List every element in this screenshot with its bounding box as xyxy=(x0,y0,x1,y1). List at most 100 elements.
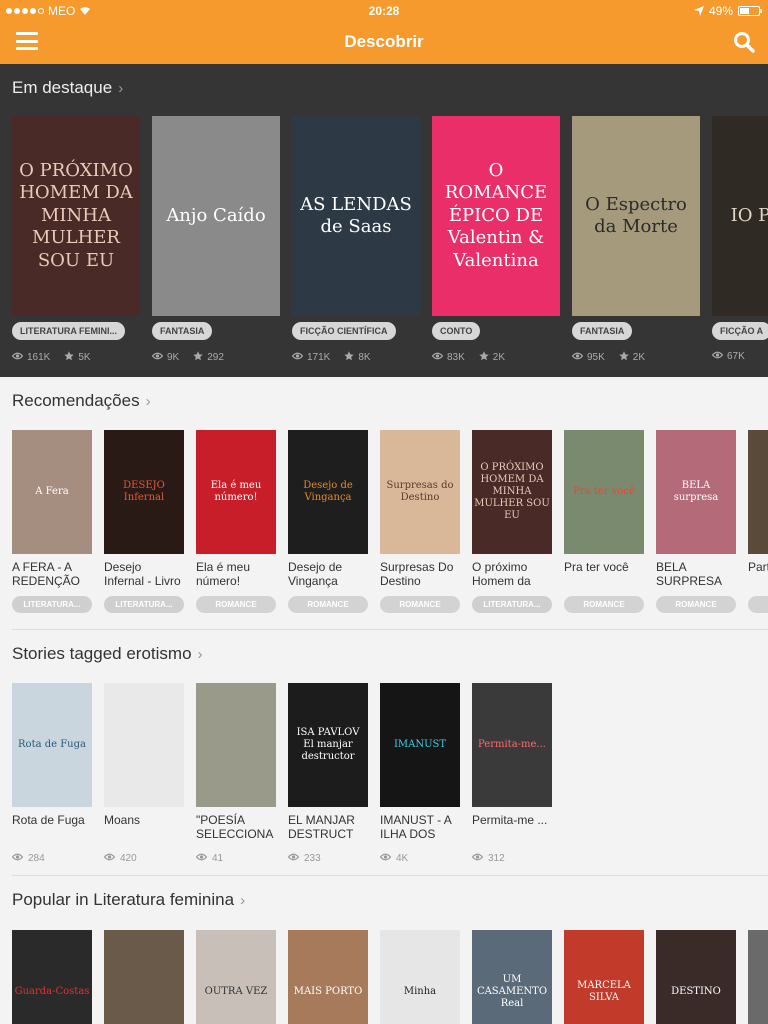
featured-book-card[interactable]: Anjo Caído FANTASIA 9K 292 xyxy=(151,116,280,364)
book-card[interactable]: IMANUST IMANUST - A ILHA DOS 4K xyxy=(379,683,460,864)
category-tag[interactable]: FICÇÃO A xyxy=(712,322,768,340)
featured-book-card[interactable]: IO PERSP FICÇÃO A 67K xyxy=(711,116,768,364)
featured-book-card[interactable]: O PRÓXIMO HOMEM DA MINHA MULHER SOU EU LI… xyxy=(11,116,140,364)
book-cover[interactable]: IO PERSP xyxy=(712,116,768,316)
book-card[interactable]: Ela é meu número! Ela é meu número! ROMANC… xyxy=(196,430,276,618)
cover-title: O PRÓXIMO HOMEM DA MINHA MULHER SOU EU xyxy=(19,159,133,271)
book-title[interactable]: Ela é meu número! xyxy=(196,560,276,588)
book-cover[interactable]: AS LENDAS de Saas xyxy=(292,116,420,316)
book-title[interactable]: Pra ter você xyxy=(564,560,644,588)
book-card[interactable]: MAIS PORTO xyxy=(288,930,368,1024)
book-card[interactable]: Desejo de Vingança Desejo de Vingança ROMA… xyxy=(288,430,368,618)
category-tag[interactable]: FICÇÃO CIENTÍFICA xyxy=(292,322,396,340)
book-card[interactable]: MARCELA SILVA xyxy=(564,930,644,1024)
book-cover[interactable]: Desejo de Vingança xyxy=(288,430,368,554)
book-title[interactable]: Rota de Fuga xyxy=(12,813,92,841)
book-cover[interactable]: Ela é meu número! xyxy=(196,430,276,554)
category-tag[interactable]: LITERATURA... xyxy=(472,596,552,613)
book-cover[interactable]: MAIS PORTO xyxy=(288,930,368,1024)
category-tag[interactable]: LITERATURA... xyxy=(12,596,92,613)
book-card[interactable]: Guarda-Costas xyxy=(12,930,92,1024)
tagged-header[interactable]: Stories tagged erotismo › xyxy=(12,644,203,664)
book-cover[interactable]: Permita-me... xyxy=(472,683,552,807)
book-title[interactable]: EL MANJAR DESTRUCT xyxy=(288,813,368,841)
book-cover[interactable] xyxy=(748,430,768,554)
book-title[interactable]: Desejo de Vingança xyxy=(288,560,368,588)
book-cover[interactable]: Rota de Fuga xyxy=(12,683,92,807)
search-icon[interactable] xyxy=(732,30,756,54)
book-card[interactable]: A Fera A FERA - A REDENÇÃO LITERATURA... xyxy=(12,430,92,618)
book-card[interactable]: OUTRA VEZ xyxy=(196,930,276,1024)
book-cover[interactable] xyxy=(196,683,276,807)
book-title[interactable]: Parte xyxy=(748,560,768,588)
category-tag[interactable]: RO xyxy=(748,596,768,613)
category-tag[interactable]: ROMANCE xyxy=(288,596,368,613)
book-title[interactable]: BELA SURPRESA xyxy=(656,560,736,588)
book-title[interactable]: Surpresas Do Destino xyxy=(380,560,460,588)
book-card[interactable]: O PRÓXIMO HOMEM DA MINHA MULHER SOU EU O … xyxy=(472,430,552,618)
category-tag[interactable]: LITERATURA FEMINI... xyxy=(12,322,125,340)
read-count-value: 233 xyxy=(304,853,321,864)
book-card[interactable]: UM CASAMENTO Real xyxy=(472,930,552,1024)
book-title[interactable]: Desejo Infernal - Livro I xyxy=(104,560,184,588)
book-card[interactable]: Minha xyxy=(380,930,460,1024)
book-cover[interactable]: Minha xyxy=(380,930,460,1024)
book-card[interactable]: Parte RO xyxy=(748,430,768,618)
book-card[interactable]: ISA PAVLOV El manjar destructor EL MANJAR… xyxy=(287,683,368,864)
category-tag[interactable]: ROMANCE xyxy=(196,596,276,613)
book-title[interactable]: A FERA - A REDENÇÃO xyxy=(12,560,92,588)
read-count: 41 xyxy=(195,853,276,864)
book-cover[interactable]: OUTRA VEZ xyxy=(196,930,276,1024)
featured-book-card[interactable]: O ROMANCE ÉPICO DE Valentin & Valentina C… xyxy=(431,116,560,364)
book-card[interactable]: DESEJO Infernal Desejo Infernal - Livro I… xyxy=(104,430,184,618)
category-tag[interactable]: ROMANCE xyxy=(656,596,736,613)
vote-count: 2K xyxy=(619,351,645,364)
book-cover[interactable]: Anjo Caído xyxy=(152,116,280,316)
book-cover[interactable]: Guarda-Costas xyxy=(12,930,92,1024)
book-cover[interactable] xyxy=(748,930,768,1024)
book-cover[interactable]: MARCELA SILVA xyxy=(564,930,644,1024)
book-cover[interactable]: UM CASAMENTO Real xyxy=(472,930,552,1024)
book-title[interactable]: Permita-me ... xyxy=(472,813,552,841)
book-cover[interactable] xyxy=(104,683,184,807)
featured-book-card[interactable]: O Espectro da Morte FANTASIA 95K 2K xyxy=(571,116,700,364)
book-title[interactable]: O próximo Homem da xyxy=(472,560,552,588)
featured-book-card[interactable]: AS LENDAS de Saas FICÇÃO CIENTÍFICA 171K 8K xyxy=(291,116,420,364)
book-card[interactable]: Rota de Fuga Rota de Fuga 284 xyxy=(11,683,92,864)
book-cover[interactable]: DESTINO xyxy=(656,930,736,1024)
book-title[interactable]: "POESÍA SELECCIONA xyxy=(196,813,276,841)
book-card[interactable] xyxy=(748,930,768,1024)
popular-header[interactable]: Popular in Literatura feminina › xyxy=(12,890,245,910)
book-card[interactable]: Moans 420 xyxy=(103,683,184,864)
book-card[interactable]: DESTINO xyxy=(656,930,736,1024)
book-card[interactable]: Surpresas do Destino Surpresas Do Destino… xyxy=(380,430,460,618)
book-cover[interactable]: ISA PAVLOV El manjar destructor xyxy=(288,683,368,807)
book-cover[interactable] xyxy=(104,930,184,1024)
book-cover[interactable]: Pra ter você xyxy=(564,430,644,554)
category-tag[interactable]: CONTO xyxy=(432,322,481,340)
book-cover[interactable]: IMANUST xyxy=(380,683,460,807)
featured-header[interactable]: Em destaque › xyxy=(12,78,123,98)
book-cover[interactable]: Surpresas do Destino xyxy=(380,430,460,554)
book-card[interactable] xyxy=(104,930,184,1024)
book-card[interactable]: Pra ter você Pra ter você ROMANCE xyxy=(564,430,644,618)
book-cover[interactable]: BELA surpresa xyxy=(656,430,736,554)
book-cover[interactable]: O Espectro da Morte xyxy=(572,116,700,316)
book-cover[interactable]: O PRÓXIMO HOMEM DA MINHA MULHER SOU EU xyxy=(12,116,140,316)
category-tag[interactable]: ROMANCE xyxy=(564,596,644,613)
category-tag[interactable]: ROMANCE xyxy=(380,596,460,613)
book-cover[interactable]: A Fera xyxy=(12,430,92,554)
category-tag[interactable]: FANTASIA xyxy=(152,322,213,340)
book-title[interactable]: IMANUST - A ILHA DOS xyxy=(380,813,460,841)
book-cover[interactable]: DESEJO Infernal xyxy=(104,430,184,554)
book-title[interactable]: Moans xyxy=(104,813,184,841)
recommendations-header[interactable]: Recomendações › xyxy=(12,391,151,411)
book-cover[interactable]: O ROMANCE ÉPICO DE Valentin & Valentina xyxy=(432,116,560,316)
book-card[interactable]: Permita-me... Permita-me ... 312 xyxy=(471,683,552,864)
read-count-value: 9K xyxy=(167,352,180,363)
book-card[interactable]: BELA surpresa BELA SURPRESA ROMANCE xyxy=(656,430,736,618)
book-card[interactable]: "POESÍA SELECCIONA 41 xyxy=(195,683,276,864)
book-cover[interactable]: O PRÓXIMO HOMEM DA MINHA MULHER SOU EU xyxy=(472,430,552,554)
category-tag[interactable]: FANTASIA xyxy=(572,322,633,340)
category-tag[interactable]: LITERATURA... xyxy=(104,596,184,613)
